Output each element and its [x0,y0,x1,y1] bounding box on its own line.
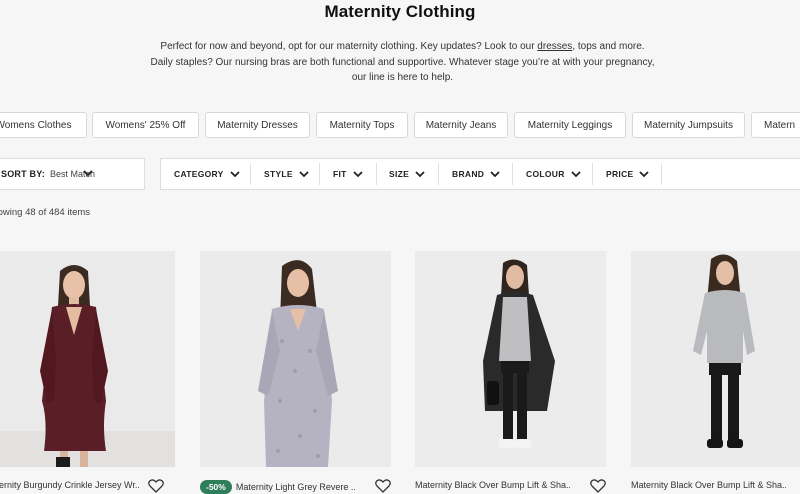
filter-bar: CATEGORY STYLE FIT SIZE BRAND COLOUR PRI… [160,158,800,190]
product-name[interactable]: Maternity Black Over Bump Lift & Sha... [415,480,570,490]
sort-label: SORT BY: [1,169,45,179]
filter-price[interactable]: PRICE [606,159,650,189]
product-name[interactable]: Maternity Burgundy Crinkle Jersey Wr... [0,480,139,490]
filter-style-label: STYLE [264,169,293,179]
heart-icon[interactable] [375,479,391,493]
discount-badge: -50% [200,480,232,494]
intro-line2: Daily staples? Our nursing bras are both… [150,56,655,68]
chevron-down-icon [353,171,363,178]
product-name[interactable]: Maternity Black Over Bump Lift & Sha... [631,480,786,490]
results-count: Showing 48 of 484 items [0,207,91,218]
chevron-down-icon [83,170,93,177]
chip-womens-clothes[interactable]: Womens Clothes [0,112,87,138]
chip-womens-25-off[interactable]: Womens' 25% Off [92,112,199,138]
product-name-row[interactable]: -50% Maternity Light Grey Revere ... [200,480,355,494]
filter-size[interactable]: SIZE [389,159,425,189]
filter-price-label: PRICE [606,169,634,179]
intro-line1-post: , tops and more. [572,41,645,52]
page-title: Maternity Clothing [324,2,476,21]
filter-size-label: SIZE [389,169,410,179]
product-image-grey-pyjamas[interactable] [200,251,391,467]
product-name[interactable]: Maternity Light Grey Revere ... [236,482,355,492]
filter-category-label: CATEGORY [174,169,224,179]
divider [512,163,513,185]
divider [376,163,377,185]
filter-style[interactable]: STYLE [264,159,309,189]
filter-colour-label: COLOUR [526,169,565,179]
dresses-link[interactable]: dresses [537,41,572,52]
filter-colour[interactable]: COLOUR [526,159,581,189]
filter-brand-label: BRAND [452,169,485,179]
chip-maternity-tops[interactable]: Maternity Tops [316,112,408,138]
chevron-down-icon [490,171,500,178]
chevron-down-icon [639,171,650,178]
filter-fit[interactable]: FIT [333,159,363,189]
chevron-down-icon [229,171,240,178]
heart-icon[interactable] [590,479,606,493]
sort-dropdown[interactable]: SORT BY: Best Match [0,158,145,190]
product-card[interactable]: Maternity Black Over Bump Lift & Sha... [415,251,606,493]
divider [438,163,439,185]
product-card[interactable]: Maternity Burgundy Crinkle Jersey Wr... [0,251,175,493]
category-chips: Womens Clothes Womens' 25% Off Maternity… [0,112,800,140]
product-image-burgundy-dress[interactable] [0,251,175,467]
product-image-black-leggings-coat[interactable] [415,251,606,467]
filter-category[interactable]: CATEGORY [174,159,240,189]
filter-brand[interactable]: BRAND [452,159,500,189]
chip-maternity-dresses[interactable]: Maternity Dresses [205,112,310,138]
intro-text: Perfect for now and beyond, opt for our … [140,39,665,86]
heart-icon[interactable] [148,479,164,493]
product-image-black-leggings-jumper[interactable] [631,251,800,467]
product-card[interactable]: -50% Maternity Light Grey Revere ... [200,251,391,494]
filter-fit-label: FIT [333,169,347,179]
divider [592,163,593,185]
divider [319,163,320,185]
intro-line1-pre: Perfect for now and beyond, opt for our … [160,41,538,52]
chevron-down-icon [415,171,425,178]
divider [661,163,662,185]
chevron-down-icon [299,171,309,178]
chip-maternity-jeans[interactable]: Maternity Jeans [414,112,508,138]
chip-maternity-more[interactable]: Matern [751,112,800,138]
chevron-down-icon [571,171,581,178]
chip-maternity-leggings[interactable]: Maternity Leggings [514,112,626,138]
divider [250,163,251,185]
chip-maternity-jumpsuits[interactable]: Maternity Jumpsuits [632,112,745,138]
intro-line3: our line is here to help. [351,72,454,83]
product-card[interactable]: Maternity Black Over Bump Lift & Sha... [631,251,800,493]
